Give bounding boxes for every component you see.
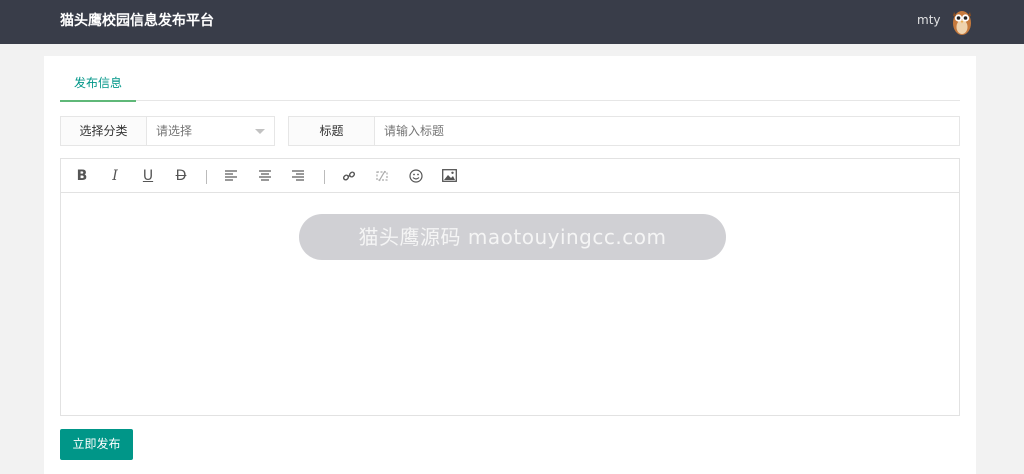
toolbar-divider xyxy=(324,170,325,184)
category-select-placeholder: 请选择 xyxy=(156,124,193,138)
watermark-badge: 猫头鹰源码 maotouyingcc.com xyxy=(299,214,726,260)
title-input[interactable] xyxy=(376,117,958,145)
category-label: 选择分类 xyxy=(61,117,147,145)
underline-icon[interactable]: U xyxy=(139,167,157,185)
publish-card: 发布信息 选择分类 请选择 标题 B I U D xyxy=(44,56,976,474)
emoji-icon[interactable] xyxy=(407,167,425,185)
link-icon[interactable] xyxy=(340,167,358,185)
chevron-down-icon xyxy=(255,129,265,134)
user-name[interactable]: mty xyxy=(917,12,941,28)
rich-text-editor: B I U D xyxy=(60,158,960,416)
title-label: 标题 xyxy=(289,117,375,145)
category-field: 选择分类 请选择 xyxy=(60,116,275,146)
align-right-icon[interactable] xyxy=(289,167,307,185)
editor-toolbar: B I U D xyxy=(61,159,959,193)
site-title[interactable]: 猫头鹰校园信息发布平台 xyxy=(60,12,214,30)
title-field: 标题 xyxy=(288,116,960,146)
bold-icon[interactable]: B xyxy=(73,167,91,185)
publish-button[interactable]: 立即发布 xyxy=(60,429,133,460)
align-left-icon[interactable] xyxy=(222,167,240,185)
category-select[interactable]: 请选择 xyxy=(147,117,274,145)
top-header: 猫头鹰校园信息发布平台 mty xyxy=(0,0,1024,44)
owl-avatar-icon[interactable] xyxy=(948,6,976,36)
italic-icon[interactable]: I xyxy=(106,167,124,185)
image-icon[interactable] xyxy=(440,167,458,185)
tab-publish-info[interactable]: 发布信息 xyxy=(60,68,136,102)
tab-bar: 发布信息 xyxy=(60,68,960,102)
toolbar-divider xyxy=(206,170,207,184)
align-center-icon[interactable] xyxy=(256,167,274,185)
unlink-icon[interactable] xyxy=(373,167,391,185)
strikethrough-icon[interactable]: D xyxy=(172,167,190,185)
